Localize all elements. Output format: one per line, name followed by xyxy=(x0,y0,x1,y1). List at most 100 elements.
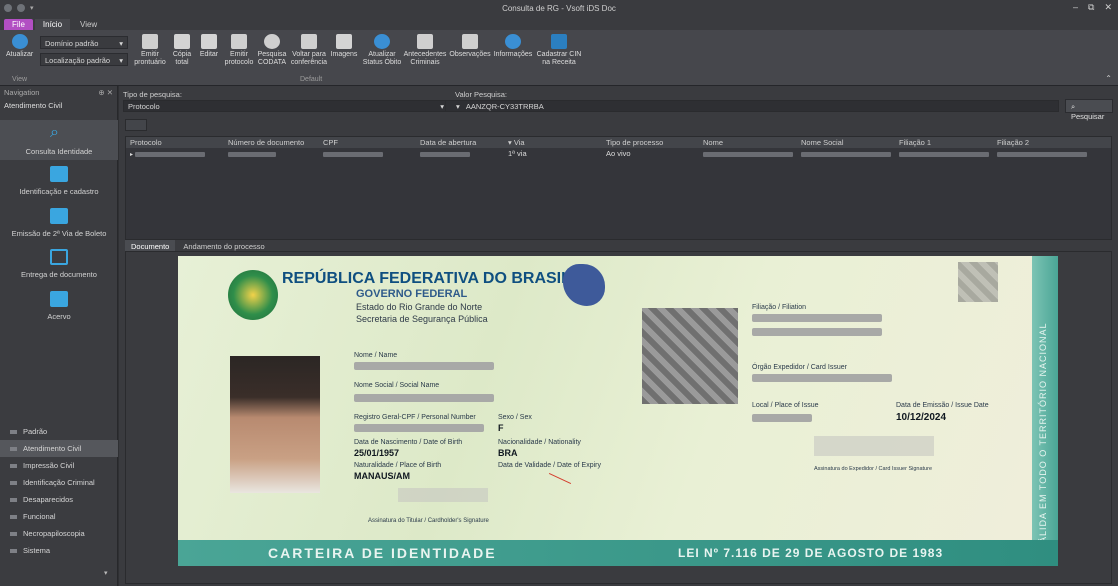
registro-label: Registro Geral-CPF / Personal Number xyxy=(354,414,476,421)
side-security-band: VÁLIDA EM TODO O TERRITÓRIO NACIONAL xyxy=(1032,256,1058,566)
close-icon[interactable]: ✕ xyxy=(107,88,113,97)
module-impressao-civil[interactable]: Impressão Civil xyxy=(0,457,118,474)
tab-inicio[interactable]: Início xyxy=(34,19,71,30)
module-sistema[interactable]: Sistema xyxy=(0,542,118,559)
module-icon xyxy=(10,480,17,485)
nome-value-redacted xyxy=(354,362,494,370)
printer-icon xyxy=(231,34,247,49)
col-nome[interactable]: Nome xyxy=(699,137,797,148)
undo-icon xyxy=(301,34,317,49)
nome-social-cell xyxy=(801,151,891,157)
nav-item-identificacao-cadastro[interactable]: Identificação e cadastro xyxy=(0,166,118,196)
view-group-label: View xyxy=(12,76,28,83)
col-filiacao-1[interactable]: Filiação 1 xyxy=(895,137,993,148)
dominio-dropdown[interactable]: Domínio padrão ▾ xyxy=(40,36,128,49)
module-desaparecidos[interactable]: Desaparecidos xyxy=(0,491,118,508)
emissao-value: 10/12/2024 xyxy=(896,412,947,423)
module-icon xyxy=(10,497,17,502)
image-edit-icon xyxy=(336,34,352,49)
nacionalidade-value: BRA xyxy=(498,448,518,458)
localizacao-dropdown[interactable]: Localização padrão ▾ xyxy=(40,53,128,66)
tipo-pesquisa-select[interactable]: Protocolo ▾ xyxy=(123,100,449,112)
pin-icon[interactable]: ⊕ xyxy=(98,88,104,97)
minimize-button[interactable]: – xyxy=(1073,2,1078,13)
bottom-band-left-text: CARTEIRA DE IDENTIDADE xyxy=(268,545,497,561)
module-list: Padrão Atendimento Civil Impressão Civil… xyxy=(0,423,118,559)
col-numero-documento[interactable]: Número de documento xyxy=(224,137,319,148)
expedidor-signature-label: Assinatura do Expedidor / Card Issuer Si… xyxy=(814,466,933,472)
module-identificacao-criminal[interactable]: Identificação Criminal xyxy=(0,474,118,491)
orgao-value-redacted xyxy=(752,374,892,382)
data-abertura-cell xyxy=(420,151,470,157)
red-arrow-annotation xyxy=(548,472,572,485)
col-data-abertura[interactable]: Data de abertura xyxy=(416,137,504,148)
informacoes-button[interactable]: Informações xyxy=(493,34,533,59)
col-filiacao-2[interactable]: Filiação 2 xyxy=(993,137,1091,148)
module-icon xyxy=(10,446,17,451)
search-icon xyxy=(264,34,280,49)
atualizar-button[interactable]: Atualizar xyxy=(6,34,33,59)
emitir-protocolo-button[interactable]: Emitir protocolo xyxy=(224,34,254,67)
card-governo: GOVERNO FEDERAL xyxy=(356,288,468,300)
tab-file[interactable]: File xyxy=(4,19,33,30)
nav-item-acervo[interactable]: Acervo xyxy=(0,291,118,321)
close-button[interactable]: ✕ xyxy=(1104,2,1112,13)
card-estado: Estado do Rio Grande do Norte xyxy=(356,302,483,312)
local-label: Local / Place of Issue xyxy=(752,402,819,409)
grid-toolbar-tab[interactable] xyxy=(125,119,147,131)
col-tipo-processo[interactable]: Tipo de processo xyxy=(602,137,699,148)
pesquisa-codata-button[interactable]: Pesquisa CODATA xyxy=(257,34,287,67)
bottom-band-right-text: LEI Nº 7.116 DE 29 DE AGOSTO DE 1983 xyxy=(678,546,944,560)
collapse-ribbon-icon[interactable]: ⌃ xyxy=(1105,74,1112,83)
identity-card-image: REPÚBLICA FEDERATIVA DO BRASIL GOVERNO F… xyxy=(178,256,1058,566)
col-via[interactable]: ▾ Via xyxy=(504,137,602,148)
col-cpf[interactable]: CPF xyxy=(319,137,416,148)
hand-document-icon xyxy=(50,249,68,265)
qr-code-redacted xyxy=(642,308,738,404)
restore-button[interactable]: ⧉ xyxy=(1088,2,1094,13)
col-nome-social[interactable]: Nome Social xyxy=(797,137,895,148)
editar-button[interactable]: Editar xyxy=(197,34,221,59)
window-title: Consulta de RG - Vsoft iDS Doc xyxy=(502,3,616,13)
module-atendimento-civil[interactable]: Atendimento Civil xyxy=(0,440,118,457)
nav-item-consulta-identidade[interactable]: ⌕ Consulta Identidade xyxy=(0,120,118,160)
module-funcional[interactable]: Funcional xyxy=(0,508,118,525)
valor-pesquisa-input[interactable]: ▾ AANZQR-CY33TRRBA xyxy=(445,100,1059,112)
table-row[interactable]: ▸ 1ª via Ao vivo xyxy=(126,148,1111,158)
expedidor-signature-redacted xyxy=(814,436,934,456)
navigation-panel: Navigation ⊕ ✕ Atendimento Civil ⌕ Consul… xyxy=(0,86,118,586)
sexo-value: F xyxy=(498,423,504,433)
observacoes-button[interactable]: Observações xyxy=(449,34,491,59)
module-icon xyxy=(10,514,17,519)
module-expand-icon[interactable]: ▾ xyxy=(104,569,108,577)
sliders-icon xyxy=(462,34,478,49)
emitir-prontuario-button[interactable]: Emitir prontuário xyxy=(134,34,166,67)
col-protocolo[interactable]: Protocolo xyxy=(126,137,224,148)
module-icon xyxy=(10,531,17,536)
antecedentes-criminais-button[interactable]: Antecedentes Criminais xyxy=(404,34,446,67)
module-necropapiloscopia[interactable]: Necropapiloscopia xyxy=(0,525,118,542)
pesquisar-button[interactable]: ⌕ Pesquisar xyxy=(1065,99,1113,121)
filiacao-2-cell xyxy=(997,151,1087,157)
titular-signature-redacted xyxy=(398,488,488,502)
atualizar-status-obito-button[interactable]: Atualizar Status Óbito xyxy=(362,34,402,67)
search-icon: ⌕ xyxy=(50,124,59,141)
cadastrar-cin-button[interactable]: Cadastrar CIN na Receita xyxy=(536,34,582,67)
card-secretaria: Secretaria de Segurança Pública xyxy=(356,314,488,324)
imagens-button[interactable]: Imagens xyxy=(330,34,358,59)
filiacao-1-cell xyxy=(899,151,989,157)
nacionalidade-label: Nacionalidade / Nationality xyxy=(498,439,581,446)
filiacao-2-redacted xyxy=(752,328,882,336)
info-icon xyxy=(505,34,521,49)
copia-total-button[interactable]: Cópia total xyxy=(170,34,194,67)
sexo-label: Sexo / Sex xyxy=(498,414,532,421)
tipo-processo-cell: Ao vivo xyxy=(606,149,631,158)
archive-icon xyxy=(50,291,68,307)
tab-view[interactable]: View xyxy=(72,19,105,30)
nav-item-entrega-documento[interactable]: Entrega de documento xyxy=(0,249,118,279)
filiacao-1-redacted xyxy=(752,314,882,322)
nav-item-segunda-via-boleto[interactable]: Emissão de 2ª Via de Boleto xyxy=(0,208,118,238)
voltar-conferencia-button[interactable]: Voltar para conferência xyxy=(290,34,328,67)
ghost-photo-redacted xyxy=(958,262,998,302)
module-padrao[interactable]: Padrão xyxy=(0,423,118,440)
